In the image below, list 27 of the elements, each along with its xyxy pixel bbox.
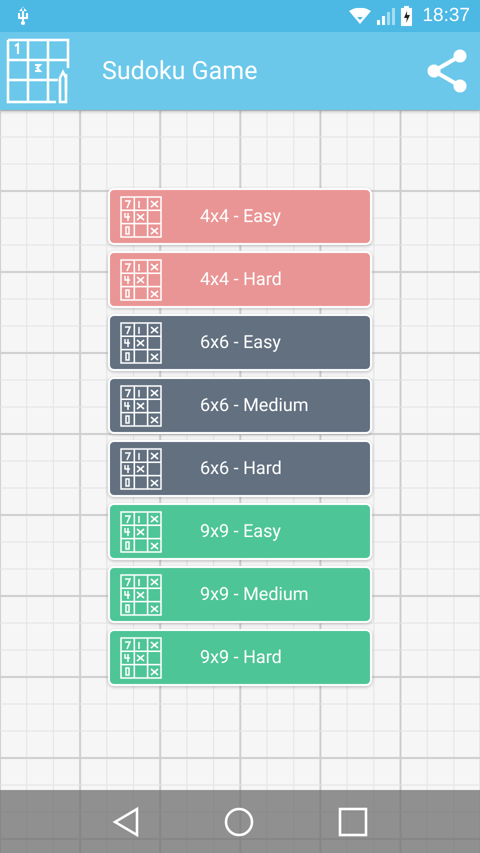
recents-icon[interactable] [338, 806, 368, 836]
back-icon[interactable] [112, 806, 140, 836]
grid-icon [120, 574, 162, 616]
grid-icon [120, 510, 162, 552]
share-icon[interactable] [426, 49, 468, 93]
app-title: Sudoku Game [102, 56, 258, 86]
level-button[interactable]: 6x6 - Medium [108, 377, 372, 434]
level-button[interactable]: 4x4 - Easy [108, 188, 372, 245]
home-icon[interactable] [224, 806, 254, 836]
usb-icon [16, 7, 30, 25]
status-time: 18:37 [422, 5, 470, 27]
signal-icon [377, 7, 396, 25]
grid-icon [120, 258, 162, 300]
grid-icon [120, 384, 162, 426]
grid-icon [120, 196, 162, 238]
level-button[interactable]: 9x9 - Easy [108, 503, 372, 560]
grid-icon [120, 322, 162, 364]
grid-icon [120, 636, 162, 678]
level-button[interactable]: 6x6 - Hard [108, 440, 372, 497]
battery-icon [401, 6, 412, 26]
level-button[interactable]: 6x6 - Easy [108, 314, 372, 371]
level-button[interactable]: 9x9 - Hard [108, 629, 372, 686]
sudoku-pencil-icon [6, 38, 70, 104]
level-button[interactable]: 9x9 - Medium [108, 566, 372, 623]
grid-icon [120, 448, 162, 490]
wifi-icon [349, 8, 372, 24]
level-button[interactable]: 4x4 - Hard [108, 251, 372, 308]
